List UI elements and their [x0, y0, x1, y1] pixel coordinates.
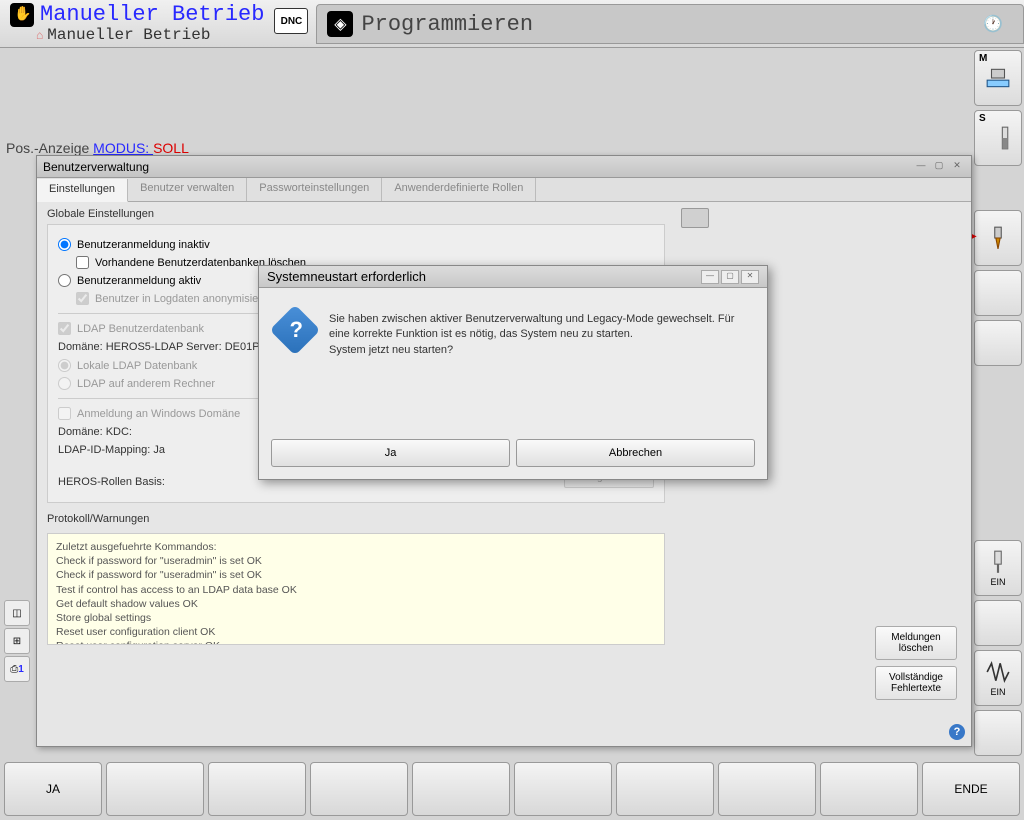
- softkey-1[interactable]: JA: [4, 762, 102, 816]
- log-line: Store global settings: [56, 611, 656, 625]
- clock-icon: 🕐: [983, 14, 1003, 34]
- log-line: Reset user configuration client OK: [56, 625, 656, 639]
- tab-bar: Einstellungen Benutzer verwalten Passwor…: [37, 178, 971, 202]
- strip-btn-2[interactable]: ⊞: [4, 628, 30, 654]
- radio-local-ldap: [58, 359, 71, 372]
- softkey-3[interactable]: [208, 762, 306, 816]
- modal-text-1: Sie haben zwischen aktiver Benutzerverwa…: [329, 312, 749, 343]
- radio-active-label: Benutzeranmeldung aktiv: [77, 275, 201, 287]
- softkey-2[interactable]: [106, 762, 204, 816]
- top-header: Manueller Betrieb ⌂ Manueller Betrieb DN…: [0, 0, 1024, 48]
- modal-btn-yes[interactable]: Ja: [271, 439, 510, 467]
- right-sidebar: M S ▶ EIN EIN: [972, 48, 1024, 758]
- check-anon: [76, 292, 89, 305]
- modal-btn-cancel[interactable]: Abbrechen: [516, 439, 755, 467]
- maximize-btn[interactable]: ▢: [931, 160, 947, 174]
- tab-passwort[interactable]: Passworteinstellungen: [247, 178, 382, 201]
- btn-vollstaendige-fehler[interactable]: Vollständige Fehlertexte: [875, 666, 957, 700]
- radio-login-active[interactable]: [58, 274, 71, 287]
- softkey-7[interactable]: [616, 762, 714, 816]
- mode-sub-text: Manueller Betrieb: [47, 26, 210, 44]
- dnc-badge[interactable]: DNC: [274, 8, 308, 34]
- program-title: Programmieren: [361, 12, 533, 37]
- mode-right[interactable]: ◈ Programmieren 🕐: [316, 4, 1024, 44]
- modal-title: Systemneustart erforderlich: [267, 269, 426, 284]
- side-btn-blank-1[interactable]: [974, 270, 1022, 316]
- global-settings-label: Globale Einstellungen: [47, 208, 665, 220]
- strip-btn-3[interactable]: ⎙1: [4, 656, 30, 682]
- keyboard-icon[interactable]: [681, 208, 709, 228]
- modal-buttons: Ja Abbrechen: [265, 439, 761, 473]
- radio-inactive-label: Benutzeranmeldung inaktiv: [77, 239, 210, 251]
- close-btn[interactable]: ✕: [949, 160, 965, 174]
- home-icon: ⌂: [36, 28, 43, 42]
- modal-close[interactable]: ✕: [741, 270, 759, 284]
- dialog-title: Benutzerverwaltung: [43, 160, 911, 174]
- side-btn-s[interactable]: S: [974, 110, 1022, 166]
- check-ldap-label: LDAP Benutzerdatenbank: [77, 323, 204, 335]
- modal-maximize[interactable]: ▢: [721, 270, 739, 284]
- radio-login-inactive[interactable]: [58, 238, 71, 251]
- softkey-9[interactable]: [820, 762, 918, 816]
- log-line: Check if password for "useradmin" is set…: [56, 568, 656, 582]
- action-buttons: Meldungen löschen Vollständige Fehlertex…: [875, 626, 957, 700]
- check-windows-label: Anmeldung an Windows Domäne: [77, 408, 240, 420]
- softkey-6[interactable]: [514, 762, 612, 816]
- side-btn-wave[interactable]: EIN: [974, 650, 1022, 706]
- modal-minimize[interactable]: —: [701, 270, 719, 284]
- softkey-8[interactable]: [718, 762, 816, 816]
- log-line: Test if control has access to an LDAP da…: [56, 583, 656, 597]
- hand-icon: [10, 3, 34, 27]
- softkey-4[interactable]: [310, 762, 408, 816]
- restart-modal: Systemneustart erforderlich — ▢ ✕ Sie ha…: [258, 265, 768, 480]
- check-ldap-db: [58, 322, 71, 335]
- side-btn-blank-2[interactable]: [974, 320, 1022, 366]
- check-anon-label: Benutzer in Logdaten anonymisieren: [95, 293, 274, 305]
- log-line: Reset user configuration server OK: [56, 639, 656, 645]
- tab-rollen[interactable]: Anwenderdefinierte Rollen: [382, 178, 536, 201]
- tab-einstellungen[interactable]: Einstellungen: [37, 179, 128, 202]
- log-line: Check if password for "useradmin" is set…: [56, 554, 656, 568]
- check-windows: [58, 407, 71, 420]
- check-delete-db[interactable]: [76, 256, 89, 269]
- protokoll-box[interactable]: Zuletzt ausgefuehrte Kommandos: Check if…: [47, 533, 665, 645]
- radio-inactive-row[interactable]: Benutzeranmeldung inaktiv: [58, 238, 654, 251]
- wave-icon: [985, 659, 1011, 685]
- log-line: Zuletzt ausgefuehrte Kommandos:: [56, 540, 656, 554]
- modal-body: Sie haben zwischen aktiver Benutzerverwa…: [259, 288, 767, 368]
- radio-other-ldap-label: LDAP auf anderem Rechner: [77, 378, 215, 390]
- tab-benutzer-verwalten[interactable]: Benutzer verwalten: [128, 178, 247, 201]
- side-btn-blank-4[interactable]: [974, 710, 1022, 756]
- modal-titlebar[interactable]: Systemneustart erforderlich — ▢ ✕: [259, 266, 767, 288]
- mode-title: Manueller Betrieb: [40, 2, 264, 27]
- printer-icon: ⎙: [10, 664, 18, 675]
- mode-left: Manueller Betrieb: [0, 0, 274, 29]
- mode-sub-row: ⌂ Manueller Betrieb: [36, 26, 210, 44]
- probe-icon: [985, 549, 1011, 575]
- left-strip: ◫ ⊞ ⎙1: [4, 600, 32, 682]
- machine-icon: [985, 65, 1011, 91]
- dialog-titlebar[interactable]: Benutzerverwaltung — ▢ ✕: [37, 156, 971, 178]
- side-btn-blank-3[interactable]: [974, 600, 1022, 646]
- question-icon: [270, 305, 321, 356]
- radio-other-ldap: [58, 377, 71, 390]
- softkey-bar: JA ENDE: [0, 758, 1024, 820]
- btn-meldungen-loeschen[interactable]: Meldungen löschen: [875, 626, 957, 660]
- spindle-icon: [985, 125, 1011, 151]
- side-btn-m[interactable]: M: [974, 50, 1022, 106]
- softkey-5[interactable]: [412, 762, 510, 816]
- softkey-10[interactable]: ENDE: [922, 762, 1020, 816]
- strip-btn-1[interactable]: ◫: [4, 600, 30, 626]
- log-line: Get default shadow values OK: [56, 597, 656, 611]
- side-btn-tool[interactable]: ▶: [974, 210, 1022, 266]
- modal-text: Sie haben zwischen aktiver Benutzerverwa…: [329, 312, 749, 358]
- help-icon[interactable]: ?: [949, 724, 965, 740]
- program-icon: ◈: [327, 11, 353, 37]
- protokoll-label: Protokoll/Warnungen: [47, 513, 665, 525]
- minimize-btn[interactable]: —: [913, 160, 929, 174]
- modal-text-2: System jetzt neu starten?: [329, 343, 749, 358]
- radio-local-ldap-label: Lokale LDAP Datenbank: [77, 360, 197, 372]
- side-btn-probe[interactable]: EIN: [974, 540, 1022, 596]
- tool-icon: [985, 225, 1011, 251]
